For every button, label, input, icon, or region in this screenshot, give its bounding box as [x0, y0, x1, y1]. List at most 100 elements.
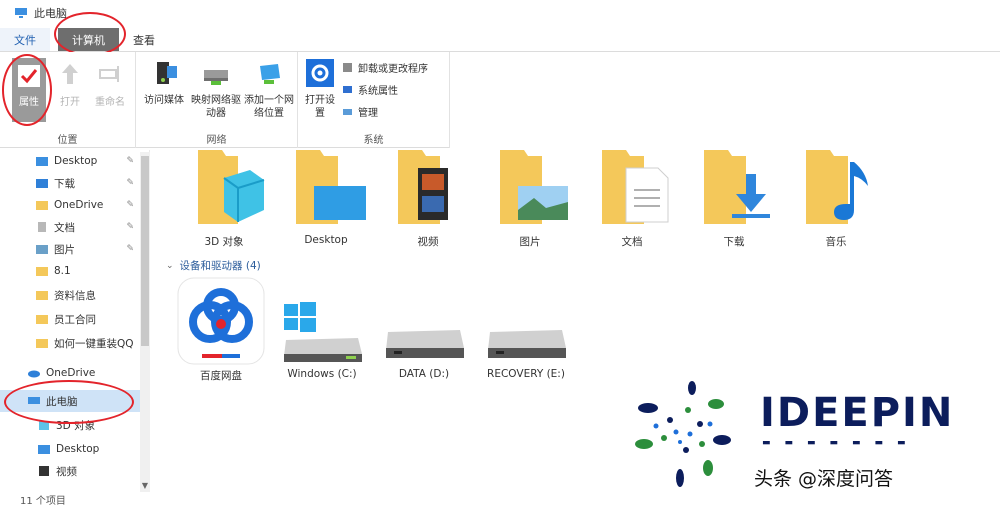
nav-label: OneDrive: [46, 367, 96, 379]
programs-icon: [343, 63, 352, 72]
folder-desktop[interactable]: Desktop: [280, 150, 372, 250]
folder-downloads-icon: [704, 150, 770, 224]
tab-view[interactable]: 查看: [119, 28, 169, 51]
pin-icon: ✎: [126, 222, 134, 232]
nav-label: 8.1: [54, 265, 71, 277]
folder-label: 下载: [723, 236, 745, 248]
watermark: IDEEPIN ▬▬▬▬▬▬▬ 头条 @深度问答: [626, 378, 1000, 508]
baidu-netdisk-icon: [177, 277, 265, 365]
folder-documents[interactable]: 文档: [586, 150, 678, 250]
drive-baidu-netdisk[interactable]: 百度网盘: [174, 276, 268, 386]
rename-button[interactable]: 重命名: [90, 62, 130, 122]
nav-item-documents[interactable]: 文档 ✎: [0, 216, 140, 238]
drive-windows-c[interactable]: Windows (C:): [280, 276, 364, 386]
network-drive-icon: [204, 70, 228, 85]
uninstall-program-label: 卸载或更改程序: [358, 64, 428, 75]
watermark-bars: ▬▬▬▬▬▬▬: [762, 438, 920, 448]
nav-item-desktop[interactable]: Desktop ✎: [0, 150, 140, 172]
nav-label: Desktop: [54, 155, 98, 167]
nav-item-downloads[interactable]: 下载 ✎: [0, 172, 140, 194]
nav-label: 如何一键重装QQ: [54, 337, 134, 350]
open-label: 打开: [60, 97, 80, 108]
nav-label: 3D 对象: [56, 419, 96, 432]
nav-item-pictures[interactable]: 图片 ✎: [0, 238, 140, 260]
navigation-pane: Desktop ✎ 下载 ✎ OneDrive ✎ 文档 ✎ 图片 ✎ 8.1 资料信息 …: [0, 150, 150, 492]
gear-icon: [306, 59, 334, 87]
chevron-down-icon: ⌄: [166, 260, 174, 271]
open-settings-button[interactable]: 打开设置: [302, 58, 338, 128]
folder-videos[interactable]: 视频: [382, 150, 474, 250]
nav-label: 视频: [56, 465, 77, 478]
drive-recovery-e[interactable]: RECOVERY (E:): [484, 276, 568, 386]
media-server-icon: [157, 62, 177, 84]
cloud-icon: [28, 370, 40, 378]
folder-icon: [36, 157, 48, 166]
system-properties-button[interactable]: 系统属性: [342, 82, 398, 97]
ribbon-group-system: 打开设置 卸载或更改程序 系统属性 管理 系统: [298, 52, 450, 148]
system-properties-icon: [343, 86, 352, 93]
open-button[interactable]: 打开: [52, 62, 88, 122]
nav-label: 下载: [54, 177, 75, 190]
folder-icon: [36, 339, 48, 348]
folder-3d-objects-icon: [198, 150, 265, 224]
nav-label: Desktop: [56, 443, 100, 455]
nav-item-3d-objects[interactable]: 3D 对象: [0, 414, 140, 436]
folder-label: 视频: [417, 236, 439, 248]
nav-item-info[interactable]: 资料信息: [0, 284, 140, 306]
download-folder-icon: [36, 179, 48, 188]
folder-videos-icon: [398, 150, 448, 224]
rename-label: 重命名: [95, 97, 125, 108]
devices-section-label: 设备和驱动器 (4): [179, 260, 261, 272]
folder-3d-objects[interactable]: 3D 对象: [178, 150, 270, 250]
devices-section-header[interactable]: ⌄ 设备和驱动器 (4): [166, 258, 261, 273]
nav-item-folder-8-1[interactable]: 8.1: [0, 260, 140, 282]
nav-scrollbar[interactable]: ▼: [140, 152, 150, 492]
nav-item-onedrive[interactable]: OneDrive: [0, 362, 140, 384]
group-label-system: 系统: [363, 135, 384, 146]
nav-item-contracts[interactable]: 员工合同: [0, 308, 140, 330]
manage-icon: [343, 109, 352, 115]
drive-data-d[interactable]: DATA (D:): [382, 276, 466, 386]
folder-icon: [36, 267, 48, 276]
drive-label: Windows (C:): [287, 368, 357, 380]
tab-file[interactable]: 文件: [0, 28, 50, 51]
watermark-caption: 头条 @深度问答: [754, 468, 894, 490]
manage-button[interactable]: 管理: [342, 104, 378, 119]
nav-item-videos[interactable]: 视频: [0, 460, 140, 482]
document-icon: [38, 222, 46, 232]
tab-computer[interactable]: 计算机: [58, 28, 119, 51]
title-bar: 此电脑: [0, 0, 1000, 26]
folder-label: 图片: [519, 236, 541, 248]
add-network-location-button[interactable]: 添加一个网络位置: [242, 58, 296, 128]
uninstall-program-button[interactable]: 卸载或更改程序: [342, 60, 428, 75]
ideepin-logo-icon: [635, 381, 731, 487]
properties-button[interactable]: 属性: [12, 58, 46, 122]
ribbon-group-location: 属性 打开 重命名 位置: [0, 52, 136, 148]
nav-label: 此电脑: [46, 395, 78, 408]
open-settings-label: 打开设置: [305, 95, 335, 119]
drive-label: 百度网盘: [200, 370, 242, 382]
add-network-location-label: 添加一个网络位置: [244, 95, 294, 119]
scroll-down-icon[interactable]: ▼: [141, 481, 149, 490]
nav-item-desktop-2[interactable]: Desktop: [0, 438, 140, 460]
folder-pictures[interactable]: 图片: [484, 150, 576, 250]
folder-label: 文档: [621, 236, 643, 248]
access-media-button[interactable]: 访问媒体: [140, 58, 188, 128]
film-icon: [39, 466, 49, 476]
nav-item-this-pc[interactable]: 此电脑: [0, 390, 140, 412]
map-network-drive-button[interactable]: 映射网络驱动器: [190, 58, 242, 128]
nav-item-onedrive-pinned[interactable]: OneDrive ✎: [0, 194, 140, 216]
folder-downloads[interactable]: 下载: [688, 150, 780, 250]
nav-item-reinstall-qq[interactable]: 如何一键重装QQ: [0, 332, 140, 354]
picture-icon: [36, 245, 48, 254]
scrollbar-thumb[interactable]: [141, 156, 149, 346]
folder-label: Desktop: [304, 234, 348, 246]
system-drive-icon: [284, 302, 362, 362]
status-item-count: 11 个项目: [20, 496, 66, 507]
folder-music[interactable]: 音乐: [790, 150, 882, 250]
folder-label: 音乐: [825, 236, 847, 248]
folder-documents-icon: [602, 150, 669, 224]
rename-icon: [99, 66, 119, 82]
drive-label: DATA (D:): [398, 368, 450, 380]
computer-icon: [28, 397, 40, 404]
